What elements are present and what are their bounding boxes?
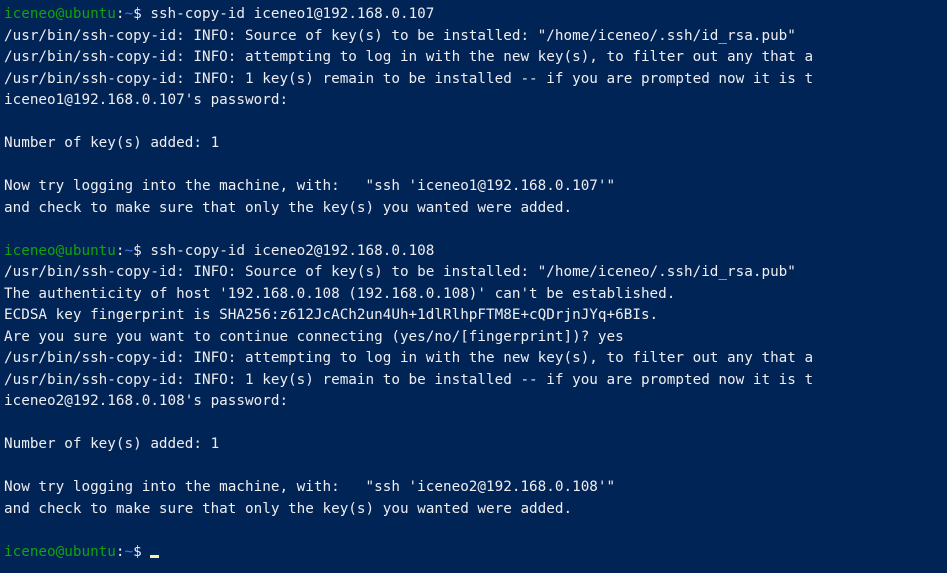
command-text: ssh-copy-id iceneo2@192.168.0.108 bbox=[150, 242, 435, 259]
output-line: /usr/bin/ssh-copy-id: INFO: 1 key(s) rem… bbox=[4, 371, 814, 388]
output-line: Number of key(s) added: 1 bbox=[4, 135, 220, 151]
command-text: ssh-copy-id iceneo1@192.168.0.107 bbox=[150, 6, 435, 22]
output-line: and check to make sure that only the key… bbox=[4, 500, 573, 517]
prompt-separator: : bbox=[115, 543, 125, 560]
output-line: ECDSA key fingerprint is SHA256:z612JcAC… bbox=[4, 307, 659, 323]
prompt-user: iceneo@ubuntu bbox=[4, 242, 116, 259]
prompt-line: iceneo@ubuntu:~$ ssh-copy-id iceneo1@192… bbox=[4, 4, 947, 26]
prompt-symbol: $ bbox=[133, 242, 151, 259]
prompt-user: iceneo@ubuntu bbox=[4, 543, 116, 560]
output-line: Number of key(s) added: 1 bbox=[4, 436, 220, 452]
prompt-symbol: $ bbox=[133, 543, 151, 560]
prompt-symbol: $ bbox=[133, 6, 151, 22]
output-line: Now try logging into the machine, with: … bbox=[4, 479, 616, 495]
terminal-window[interactable]: iceneo@ubuntu:~$ ssh-copy-id iceneo1@192… bbox=[0, 0, 947, 573]
output-line: Now try logging into the machine, with: … bbox=[4, 178, 616, 194]
output-line: /usr/bin/ssh-copy-id: INFO: attempting t… bbox=[4, 350, 814, 366]
output-line: and check to make sure that only the key… bbox=[4, 199, 573, 216]
prompt-separator: : bbox=[115, 242, 125, 259]
output-line: /usr/bin/ssh-copy-id: INFO: Source of ke… bbox=[4, 27, 796, 44]
prompt-path: ~ bbox=[124, 242, 134, 259]
output-line: The authenticity of host '192.168.0.108 … bbox=[4, 285, 676, 302]
text-cursor bbox=[150, 554, 160, 558]
output-line: iceneo2@192.168.0.108's password: bbox=[4, 393, 289, 409]
output-line: /usr/bin/ssh-copy-id: INFO: Source of ke… bbox=[4, 264, 796, 280]
prompt-line: iceneo@ubuntu:~$ ssh-copy-id iceneo2@192… bbox=[4, 241, 947, 263]
prompt-user: iceneo@ubuntu bbox=[4, 6, 116, 22]
output-line: /usr/bin/ssh-copy-id: INFO: attempting t… bbox=[4, 49, 814, 65]
output-line: /usr/bin/ssh-copy-id: INFO: 1 key(s) rem… bbox=[4, 70, 814, 87]
output-line: iceneo1@192.168.0.107's password: bbox=[4, 92, 289, 108]
prompt-line: iceneo@ubuntu:~$ bbox=[4, 542, 947, 564]
prompt-path: ~ bbox=[124, 543, 134, 560]
prompt-path: ~ bbox=[124, 6, 134, 22]
prompt-separator: : bbox=[115, 6, 125, 22]
output-line: Are you sure you want to continue connec… bbox=[4, 328, 624, 345]
